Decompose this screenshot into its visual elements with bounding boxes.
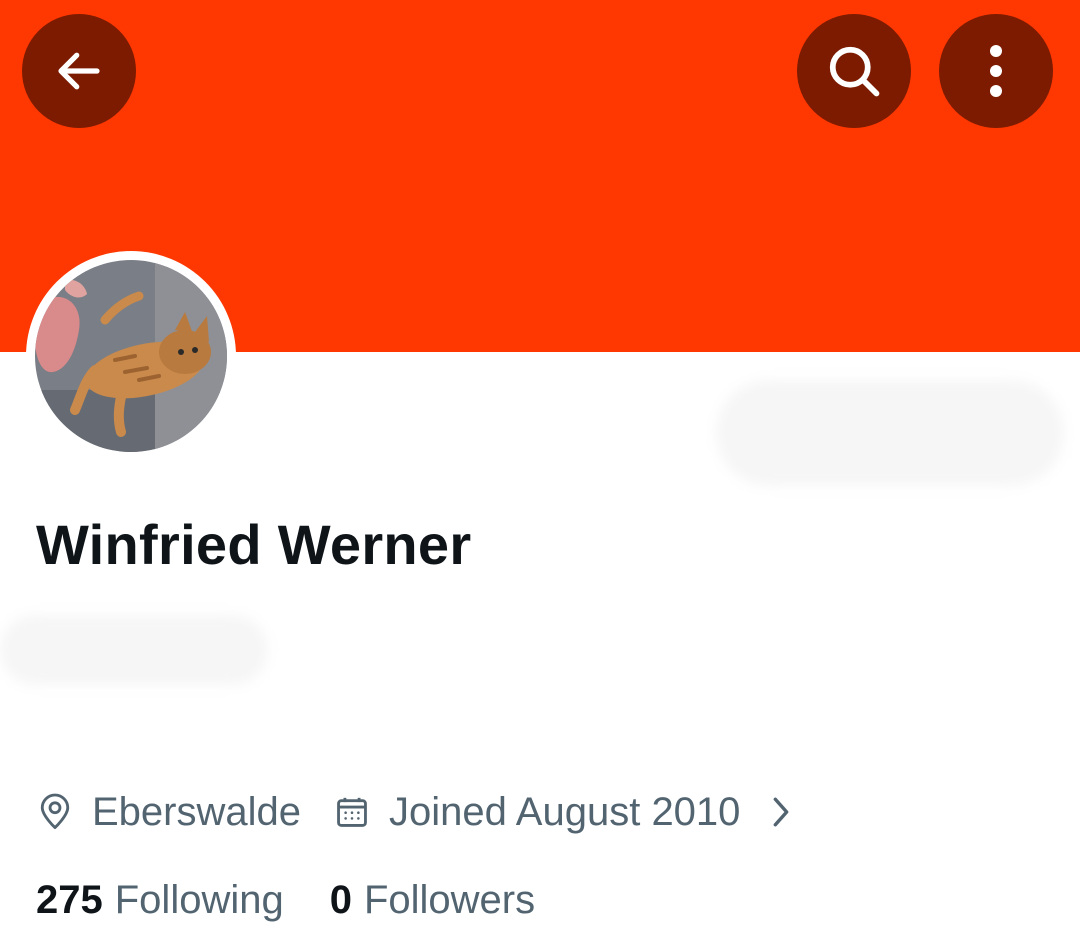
- back-button[interactable]: [22, 14, 136, 128]
- chevron-right-icon[interactable]: [770, 795, 792, 829]
- redacted-region: [0, 615, 268, 685]
- location: Eberswalde: [38, 790, 301, 835]
- followers-count: 0: [329, 877, 352, 922]
- redacted-region: [716, 380, 1064, 486]
- following-count: 275: [36, 877, 103, 922]
- display-name: Winfried Werner: [36, 513, 472, 576]
- join-date: Joined August 2010: [335, 790, 740, 835]
- profile-page: Winfried Werner Eberswalde Joined August…: [0, 0, 1080, 936]
- followers-label: Followers: [363, 877, 536, 922]
- search-icon: [824, 41, 884, 101]
- following-label: Following: [114, 877, 284, 922]
- cat-photo-avatar: [35, 260, 227, 452]
- followers-link[interactable]: 0 Followers: [330, 878, 535, 923]
- arrow-left-icon: [52, 44, 106, 98]
- join-date-text: Joined August 2010: [389, 789, 741, 834]
- more-options-button[interactable]: [939, 14, 1053, 128]
- following-link[interactable]: 275 Following: [36, 878, 284, 923]
- location-pin-icon: [38, 793, 72, 831]
- follow-stats: 275 Following 0 Followers: [36, 874, 535, 926]
- location-text: Eberswalde: [92, 789, 302, 834]
- search-button[interactable]: [797, 14, 911, 128]
- avatar[interactable]: [26, 251, 236, 461]
- more-vertical-icon: [986, 43, 1006, 99]
- profile-meta-row: Eberswalde Joined August 2010: [38, 786, 792, 838]
- calendar-icon: [335, 795, 369, 829]
